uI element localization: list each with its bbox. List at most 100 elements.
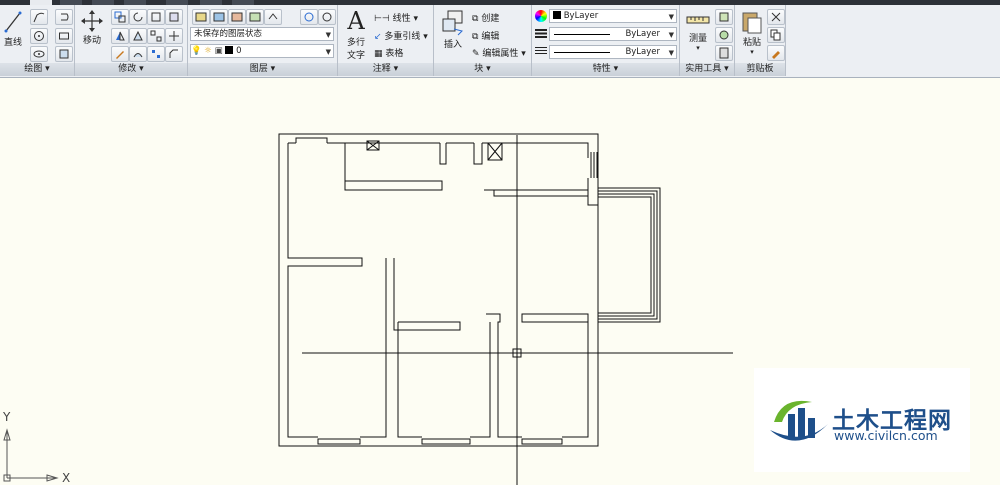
match-properties-icon <box>772 51 780 59</box>
offset-button[interactable] <box>129 46 147 62</box>
layers-panel-title[interactable]: 图层 ▾ <box>188 63 337 76</box>
erase-button[interactable] <box>111 46 129 62</box>
color-swatch <box>553 11 561 19</box>
calculator-button[interactable] <box>715 45 733 61</box>
match-properties-button[interactable] <box>767 45 785 61</box>
clipboard-panel-title[interactable]: 剪贴板 <box>735 63 785 76</box>
chevron-down-icon: ▼ <box>325 31 331 39</box>
lightbulb-icon: 💡 <box>191 46 202 56</box>
layer-match-icon <box>213 12 225 22</box>
linetype-dropdown[interactable]: ByLayer ▼ <box>549 45 677 59</box>
scale-icon <box>150 30 162 42</box>
edit-attributes-label: 编辑属性 <box>482 49 519 59</box>
move-button[interactable]: 移动 <box>78 9 106 46</box>
color-dropdown[interactable]: ByLayer ▼ <box>549 9 677 23</box>
layer-color-swatch <box>225 46 234 54</box>
copy-button[interactable] <box>111 9 129 25</box>
copy-clip-button[interactable] <box>767 27 785 43</box>
stretch-button[interactable] <box>129 28 147 44</box>
layer-merge-button[interactable] <box>318 9 336 25</box>
mirror-button[interactable] <box>111 28 129 44</box>
watermark-url: www.civilcn.com <box>834 428 938 443</box>
paste-label: 粘贴 <box>742 38 761 48</box>
ucs-icon <box>3 428 59 482</box>
select-similar-button[interactable] <box>715 27 733 43</box>
layer-walk-button[interactable] <box>300 9 318 25</box>
bedroom-wall <box>397 322 491 438</box>
undo-arc-icon <box>61 13 69 21</box>
quick-select-icon <box>719 12 729 22</box>
window-south <box>521 438 563 445</box>
array-button[interactable] <box>165 9 183 25</box>
rotate-button[interactable] <box>129 9 147 25</box>
measure-button[interactable]: 测量 ▾ <box>683 9 713 52</box>
hatch-button[interactable] <box>55 46 73 62</box>
pencil-icon <box>116 51 124 59</box>
block-panel-title[interactable]: 块 ▾ <box>434 63 531 76</box>
floor-plan <box>278 133 661 447</box>
quick-select-button[interactable] <box>715 9 733 25</box>
move-icon <box>81 10 103 32</box>
arc-icon <box>33 50 45 58</box>
edit-attributes-button[interactable]: ✎ 编辑属性 ▾ <box>472 46 526 59</box>
mtext-button[interactable]: A 多行 文字 <box>342 7 370 61</box>
rect-button[interactable] <box>55 28 73 44</box>
fillet-button[interactable] <box>165 28 183 44</box>
calculator-icon <box>719 47 729 59</box>
utilities-panel: 测量 ▾ 实用工具 ▾ <box>680 5 735 76</box>
corridor-wall <box>385 258 461 437</box>
rectangle-button[interactable] <box>55 9 73 25</box>
lineweight-icon[interactable] <box>535 29 547 38</box>
pillar <box>439 143 447 165</box>
layer-off-icon <box>268 13 278 20</box>
layer-match-button[interactable] <box>210 9 228 25</box>
chamfer-button[interactable] <box>165 46 183 62</box>
arc-button[interactable] <box>30 46 48 62</box>
draw-panel: 直线 绘图 ▾ <box>0 5 75 76</box>
create-block-button[interactable]: ⧉ 创建 <box>472 11 499 24</box>
mtext-icon: A <box>347 7 365 35</box>
annotation-panel-title[interactable]: 注释 ▾ <box>338 63 433 76</box>
layer-isolate-button[interactable] <box>228 9 246 25</box>
move-label: 移动 <box>82 36 101 46</box>
layer-off-button[interactable] <box>264 9 282 25</box>
table-button[interactable]: ▦ 表格 <box>374 46 403 59</box>
utilities-panel-title[interactable]: 实用工具 ▾ <box>680 63 734 76</box>
linetype-icon[interactable] <box>535 47 547 55</box>
create-label: 创建 <box>481 14 500 24</box>
multileader-button[interactable]: ↙ 多重引线 ▾ <box>374 29 428 42</box>
edit-block-button[interactable]: ⧉ 编辑 <box>472 29 499 42</box>
clipboard-panel: 粘贴 ▾ 剪贴板 <box>735 5 786 76</box>
properties-panel-title[interactable]: 特性 ▾ <box>532 63 679 76</box>
cut-button[interactable] <box>767 9 785 25</box>
edit-label: 编辑 <box>481 32 500 42</box>
trim-button[interactable] <box>147 9 165 25</box>
layer-freeze-button[interactable] <box>246 9 264 25</box>
window-south <box>421 438 471 445</box>
polyline-button[interactable] <box>30 9 48 25</box>
annotation-panel: A 多行 文字 ⊢⊣ 线性 ▾ ↙ 多重引线 ▾ ▦ 表格 注释 ▾ <box>338 5 434 76</box>
circle-button[interactable] <box>30 28 48 44</box>
chevron-down-icon: ▼ <box>668 49 674 57</box>
paste-button[interactable]: 粘贴 ▾ <box>738 9 766 56</box>
lineweight-value: ByLayer <box>625 29 660 39</box>
layer-freeze-icon <box>249 12 261 22</box>
current-layer-dropdown[interactable]: 💡 ☼ ▣ 0 ▼ <box>190 44 334 58</box>
linear-dim-button[interactable]: ⊢⊣ 线性 ▾ <box>374 11 418 24</box>
balcony-line <box>598 190 658 320</box>
layer-properties-button[interactable] <box>192 9 210 25</box>
modify-panel-title[interactable]: 修改 ▾ <box>75 63 187 76</box>
lock-icon: ▣ <box>214 46 223 56</box>
table-label: 表格 <box>385 49 404 59</box>
line-button[interactable]: 直线 <box>2 9 24 48</box>
pillar <box>473 143 483 165</box>
color-wheel-icon[interactable] <box>535 10 547 22</box>
lineweight-dropdown[interactable]: ByLayer ▼ <box>549 27 677 41</box>
scale-button[interactable] <box>147 28 165 44</box>
layer-state-dropdown[interactable]: 未保存的图层状态 ▼ <box>190 27 334 41</box>
draw-panel-title[interactable]: 绘图 ▾ <box>0 63 74 76</box>
layer-merge-icon <box>322 12 332 22</box>
explode-button[interactable] <box>147 46 165 62</box>
hall-wall <box>484 189 589 197</box>
insert-block-button[interactable]: 插入 <box>438 9 468 50</box>
